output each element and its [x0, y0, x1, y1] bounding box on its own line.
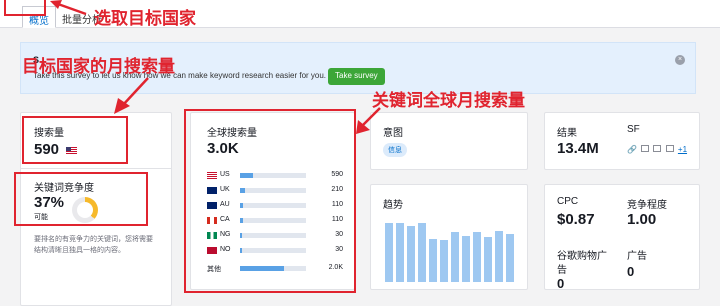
take-survey-button[interactable]: Take survey — [328, 68, 385, 85]
annotation-arrow-global — [356, 107, 381, 134]
annotation-box-global — [184, 109, 356, 293]
image-icon — [641, 145, 650, 152]
keyword-overview-page: 概览 批量分析 S Take this survey to let us kno… — [0, 0, 720, 306]
trend-bar — [396, 223, 404, 282]
trend-bar — [462, 235, 470, 282]
annotation-arrow-tab — [50, 0, 87, 16]
shopping-label-line1: 谷歌购物广 — [557, 251, 607, 262]
intent-panel — [370, 112, 528, 170]
trend-bar — [440, 239, 448, 282]
sf-icons: 🔗 +1 — [627, 145, 687, 154]
difficulty-desc-line2: 结构清晰且独具一格的内容。 — [34, 247, 125, 254]
annotation-box-tab — [4, 0, 46, 16]
annotation-select-country: 选取目标国家 — [94, 9, 196, 28]
shopping-value: 0 — [557, 276, 565, 291]
trend-bar — [407, 226, 415, 282]
shopping-label-line2: 告 — [557, 265, 567, 276]
trend-bar — [484, 237, 492, 282]
close-icon[interactable]: × — [675, 55, 685, 65]
trend-bar — [429, 238, 437, 282]
trend-bar — [495, 231, 503, 282]
ads-label: 广告 — [627, 251, 647, 262]
annotation-box-volume — [22, 116, 128, 164]
trend-bar — [418, 223, 426, 282]
trend-bar — [385, 223, 393, 282]
difficulty-desc-line1: 要排名的有竞争力的关键词，您将需要 — [34, 236, 153, 243]
intent-label: 意图 — [383, 128, 403, 139]
results-value: 13.4M — [557, 140, 599, 157]
sf-more-link[interactable]: +1 — [678, 145, 687, 154]
divider — [20, 168, 172, 169]
link-icon: 🔗 — [627, 145, 637, 154]
intent-tag[interactable]: 信息 — [383, 143, 407, 157]
ads-value: 0 — [627, 264, 635, 279]
sf-label: SF — [627, 124, 640, 135]
video-icon — [653, 145, 662, 152]
annotation-box-difficulty — [14, 172, 148, 226]
annotation-monthly-volume: 目标国家的月搜索量 — [22, 57, 175, 76]
cpc-label: CPC — [557, 196, 579, 207]
cpc-value: $0.87 — [557, 211, 595, 228]
featured-snippet-icon — [665, 145, 674, 152]
trend-label: 趋势 — [383, 200, 403, 211]
results-label: 结果 — [557, 128, 577, 139]
trend-bar — [506, 233, 514, 282]
trend-bar — [451, 232, 459, 282]
trend-bar — [473, 232, 481, 282]
competition-value: 1.00 — [627, 211, 657, 228]
annotation-global-volume: 关键词全球月搜索量 — [372, 91, 525, 110]
competition-label: 竞争程度 — [627, 200, 667, 211]
annotation-arrow-monthly — [114, 77, 149, 114]
